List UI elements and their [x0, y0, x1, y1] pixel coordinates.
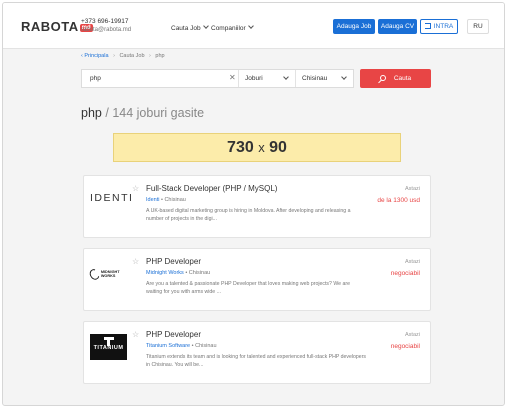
- job-description: Titanium extends its team and is looking…: [146, 354, 367, 368]
- job-meta: Titanium Software • Chisinau: [146, 343, 217, 349]
- star-icon[interactable]: ☆: [132, 185, 139, 193]
- category-value: Joburi: [245, 75, 263, 82]
- results-count: 144 joburi gasite: [112, 106, 205, 120]
- search-input[interactable]: [82, 70, 239, 87]
- nav-find-job-label: Cauta Job: [171, 25, 201, 32]
- job-salary: negociabil: [390, 270, 420, 277]
- job-date: Astazi: [405, 332, 420, 338]
- results-separator: /: [105, 106, 109, 120]
- chevron-down-icon: [202, 23, 209, 29]
- titanium-icon: [103, 337, 114, 346]
- site-header: RABOTA md +373 696-19917 rabota@rabota.md…: [3, 3, 504, 49]
- job-salary: de la 1300 usd: [377, 197, 420, 204]
- search-bar: ✕ Joburi Chisinau: [81, 69, 354, 88]
- chevron-down-icon: [247, 23, 254, 29]
- nav-companies[interactable]: Companiilor: [211, 23, 254, 32]
- page-title: php / 144 joburi gasite: [81, 106, 204, 120]
- nav-find-job[interactable]: Cauta Job: [171, 23, 209, 32]
- breadcrumb-back-icon: ‹: [81, 53, 83, 59]
- job-description: A UK-based digital marketing group is hi…: [146, 208, 351, 222]
- company-logo[interactable]: IDENTI: [90, 192, 132, 218]
- job-date: Astazi: [405, 259, 420, 265]
- chevron-down-icon: [341, 74, 347, 80]
- login-icon: [424, 23, 431, 29]
- company-name[interactable]: Titanium Software: [146, 343, 190, 349]
- company-name[interactable]: Midnight Works: [146, 270, 184, 276]
- job-city: Chisinau: [195, 343, 217, 349]
- breadcrumb-separator: ›: [149, 53, 151, 59]
- breadcrumb: ‹ Principala › Cauta Job › php: [81, 53, 165, 59]
- add-job-button[interactable]: Adauga Job: [333, 19, 375, 34]
- breadcrumb-current: php: [155, 53, 165, 59]
- job-card[interactable]: TITANIUM ☆ PHP Developer Titanium Softwa…: [83, 321, 431, 384]
- search-icon: [379, 75, 386, 81]
- job-meta: Identi • Chisinau: [146, 197, 186, 203]
- moon-icon: [87, 267, 102, 281]
- language-switch[interactable]: RU: [467, 19, 489, 34]
- job-city: Chisinau: [164, 197, 186, 203]
- ad-banner[interactable]: 730 x 90: [113, 133, 401, 162]
- login-button[interactable]: INTRA: [420, 19, 458, 34]
- job-title[interactable]: Full-Stack Developer (PHP / MySQL): [146, 184, 277, 193]
- star-icon[interactable]: ☆: [132, 258, 139, 266]
- job-card[interactable]: IDENTI ☆ Full-Stack Developer (PHP / MyS…: [83, 175, 431, 238]
- phone-number[interactable]: +373 696-19917: [81, 18, 131, 25]
- company-logo[interactable]: TITANIUM: [90, 334, 127, 360]
- job-date: Astazi: [405, 186, 420, 192]
- search-button-label: Cauta: [393, 75, 412, 82]
- ad-height: 90: [269, 139, 287, 156]
- logo-text: RABOTA: [21, 19, 79, 34]
- job-salary: negociabil: [390, 343, 420, 350]
- ad-width: 730: [227, 139, 254, 156]
- city-value: Chisinau: [302, 75, 328, 82]
- breadcrumb-separator: ›: [113, 53, 115, 59]
- search-button[interactable]: Cauta: [360, 69, 431, 88]
- add-cv-button[interactable]: Adauga CV: [378, 19, 417, 34]
- company-logo[interactable]: MIDNIGHT WORKS: [87, 261, 127, 287]
- login-label: INTRA: [433, 23, 454, 30]
- job-description: Are you a talented & passionate PHP Deve…: [146, 281, 350, 295]
- job-meta: Midnight Works • Chisinau: [146, 270, 211, 276]
- breadcrumb-home[interactable]: Principala: [84, 53, 108, 59]
- job-card[interactable]: MIDNIGHT WORKS ☆ PHP Developer Midnight …: [83, 248, 431, 311]
- star-icon[interactable]: ☆: [132, 331, 139, 339]
- city-select[interactable]: Chisinau: [296, 70, 353, 87]
- ad-times: x: [258, 140, 265, 155]
- job-city: Chisinau: [188, 270, 211, 276]
- category-select[interactable]: Joburi: [239, 70, 296, 87]
- browser-frame: RABOTA md +373 696-19917 rabota@rabota.md…: [2, 2, 505, 406]
- company-name[interactable]: Identi: [146, 197, 159, 203]
- breadcrumb-find-job[interactable]: Cauta Job: [119, 53, 144, 59]
- contact-info: +373 696-19917 rabota@rabota.md: [81, 18, 131, 33]
- job-title[interactable]: PHP Developer: [146, 257, 201, 266]
- email-address[interactable]: rabota@rabota.md: [81, 27, 131, 33]
- company-logo-text: MIDNIGHT WORKS: [100, 269, 120, 279]
- clear-icon[interactable]: ✕: [229, 74, 236, 82]
- chevron-down-icon: [283, 74, 289, 80]
- job-title[interactable]: PHP Developer: [146, 330, 201, 339]
- results-query: php: [81, 106, 102, 120]
- nav-companies-label: Companiilor: [211, 25, 246, 32]
